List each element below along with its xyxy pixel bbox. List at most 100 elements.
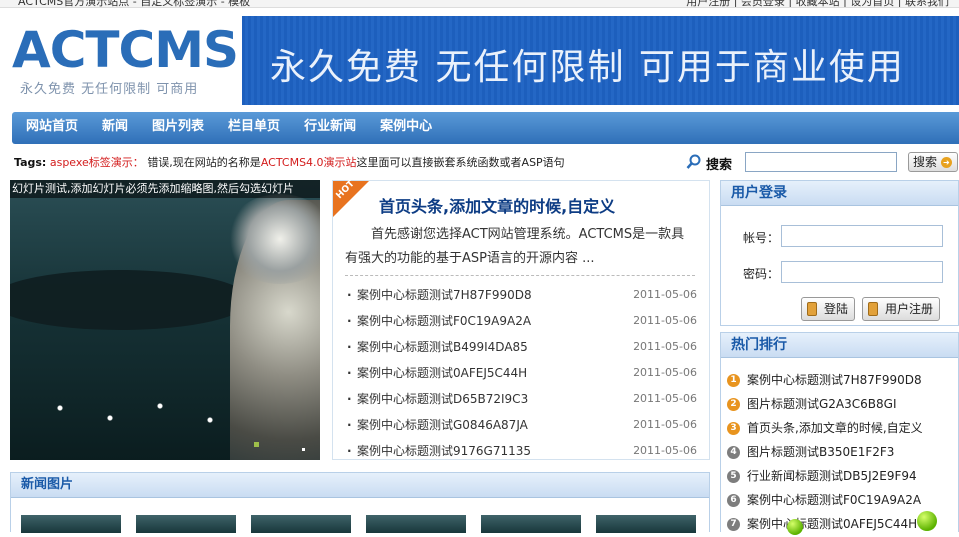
list-item[interactable]: 案例中心标题测试F0C19A9A2A 2011-05-06	[347, 309, 697, 335]
rank-title[interactable]: 图片标题测试B350E1F2F3	[747, 445, 894, 459]
news-image-thumb[interactable]	[366, 515, 466, 533]
news-images-title: 新闻图片	[11, 473, 709, 498]
nav-item-image-list[interactable]: 图片列表	[140, 112, 216, 142]
rank-title[interactable]: 案例中心标题测试F0C19A9A2A	[747, 493, 921, 507]
news-title[interactable]: 案例中心标题测试7H87F990D8	[347, 288, 532, 302]
login-button[interactable]: 登陆	[801, 297, 856, 321]
top-bar-links[interactable]: 用户注册 | 会员登录 | 收藏本站 | 设为首页 | 联系我们	[686, 0, 949, 7]
login-panel: 用户登录 帐号： 密码： 登陆 用户注册	[720, 180, 959, 326]
logo-text: ACTCMS	[12, 21, 239, 79]
rank-title[interactable]: 图片标题测试G2A3C6B8GI	[747, 397, 897, 411]
news-title[interactable]: 案例中心标题测试F0C19A9A2A	[347, 314, 531, 328]
password-field[interactable]	[781, 261, 943, 283]
list-item[interactable]: 3 首页头条,添加文章的时候,自定义	[727, 417, 959, 441]
rank-title[interactable]: 首页头条,添加文章的时候,自定义	[747, 421, 923, 435]
slideshow[interactable]: 幻灯片测试,添加幻灯片必须先添加缩略图,然后勾选幻灯片	[10, 180, 320, 460]
list-item[interactable]: 案例中心标题测试0AFEJ5C44H 2011-05-06	[347, 361, 697, 387]
search-button[interactable]: 搜索 ➜	[908, 152, 958, 172]
rank-badge: 5	[727, 470, 740, 483]
news-image-thumb[interactable]	[481, 515, 581, 533]
news-date: 2011-05-06	[633, 392, 697, 405]
list-item[interactable]: 案例中心标题测试G0846A87JA 2011-05-06	[347, 413, 697, 439]
news-date: 2011-05-06	[633, 444, 697, 457]
tags-demo-label: aspexe标签演示：	[49, 156, 144, 169]
key-icon	[868, 302, 878, 316]
list-item[interactable]: 案例中心标题测试7H87F990D8 2011-05-06	[347, 283, 697, 309]
news-title[interactable]: 案例中心标题测试D65B72I9C3	[347, 392, 528, 406]
news-title[interactable]: 案例中心标题测试9176G71135	[347, 444, 531, 458]
headline-intro: 首先感谢您选择ACT网站管理系统。ACTCMS是一款具有强大的功能的基于ASP语…	[345, 227, 685, 266]
register-button-label: 用户注册	[885, 302, 934, 316]
rank-badge: 7	[727, 518, 740, 531]
search-button-label: 搜索	[913, 155, 938, 169]
slide-indicator[interactable]	[302, 448, 305, 451]
decorative-ball-icon	[917, 511, 937, 531]
nav-item-home[interactable]: 网站首页	[12, 112, 90, 142]
rank-badge: 2	[727, 398, 740, 411]
login-button-label: 登陆	[824, 302, 849, 316]
nav-item-industry-news[interactable]: 行业新闻	[292, 112, 368, 142]
news-date: 2011-05-06	[633, 288, 697, 301]
slide-image-cloud	[10, 270, 250, 330]
banner-text: 永久免费 无任何限制 可用于商业使用	[270, 47, 905, 88]
news-image-thumb[interactable]	[21, 515, 121, 533]
news-image-thumb[interactable]	[136, 515, 236, 533]
password-label: 密码：	[743, 267, 780, 281]
news-date: 2011-05-06	[633, 366, 697, 379]
divider	[345, 275, 695, 276]
rank-title[interactable]: 行业新闻标题测试DB5J2E9F94	[747, 469, 917, 483]
decorative-ball-icon	[787, 519, 803, 535]
nav-item-column-page[interactable]: 栏目单页	[216, 112, 292, 142]
news-images-panel: 新闻图片	[10, 472, 710, 533]
list-item[interactable]: 1 案例中心标题测试7H87F990D8	[727, 369, 959, 393]
header-banner[interactable]: 永久免费 无任何限制 可用于商业使用	[242, 16, 959, 105]
login-panel-title: 用户登录	[721, 181, 958, 206]
headline-title[interactable]: 首页头条,添加文章的时候,自定义	[379, 193, 615, 217]
rank-badge: 4	[727, 446, 740, 459]
rank-badge: 1	[727, 374, 740, 387]
list-item[interactable]: 5 行业新闻标题测试DB5J2E9F94	[727, 465, 959, 489]
news-date: 2011-05-06	[633, 340, 697, 353]
news-list: 案例中心标题测试7H87F990D8 2011-05-06 案例中心标题测试F0C…	[347, 283, 697, 465]
nav-item-case-center[interactable]: 案例中心	[368, 112, 444, 142]
account-label: 帐号：	[743, 231, 780, 245]
register-button[interactable]: 用户注册	[862, 297, 941, 321]
news-image-thumb[interactable]	[251, 515, 351, 533]
news-date: 2011-05-06	[633, 314, 697, 327]
rank-title[interactable]: 案例中心标题测试7H87F990D8	[747, 373, 922, 387]
slide-indicator[interactable]	[254, 442, 259, 447]
rank-title[interactable]: 案例中心标题测试0AFEJ5C44H	[747, 517, 917, 531]
top-bar-left-text: ACTCMS官方演示站点 - 自定义标签演示 - 模板	[18, 0, 251, 8]
list-item[interactable]: 案例中心标题测试D65B72I9C3 2011-05-06	[347, 387, 697, 413]
list-item[interactable]: 案例中心标题测试B499I4DA85 2011-05-06	[347, 335, 697, 361]
logo-slogan: 永久免费 无任何限制 可商用	[20, 82, 199, 97]
nav-item-news[interactable]: 新闻	[90, 112, 140, 142]
hot-ranking-title: 热门排行	[721, 333, 958, 358]
news-title[interactable]: 案例中心标题测试G0846A87JA	[347, 418, 528, 432]
news-image-thumb[interactable]	[596, 515, 696, 533]
tags-text: 错误,现在网站的名称是	[147, 156, 261, 169]
search-input[interactable]	[745, 152, 897, 172]
news-title[interactable]: 案例中心标题测试0AFEJ5C44H	[347, 366, 527, 380]
headline-block: HOT 首页头条,添加文章的时候,自定义 首先感谢您选择ACT网站管理系统。AC…	[332, 179, 710, 460]
rank-badge: 6	[727, 494, 740, 507]
rank-badge: 3	[727, 422, 740, 435]
list-item[interactable]: 4 图片标题测试B350E1F2F3	[727, 441, 959, 465]
main-nav: 网站首页 新闻 图片列表 栏目单页 行业新闻 案例中心	[12, 112, 959, 144]
top-bar: ACTCMS官方演示站点 - 自定义标签演示 - 模板 用户注册 | 会员登录 …	[0, 0, 959, 8]
site-logo[interactable]: ACTCMS 永久免费 无任何限制 可商用	[12, 21, 239, 102]
search-icon	[686, 154, 702, 170]
slide-image-lights	[40, 398, 240, 448]
slide-caption: 幻灯片测试,添加幻灯片必须先添加缩略图,然后勾选幻灯片	[10, 180, 320, 198]
tags-text-2: 这里面可以直接嵌套系统函数或者ASP语句	[356, 156, 565, 169]
arrow-right-icon: ➜	[940, 157, 952, 168]
hot-ranking-panel: 热门排行 1 案例中心标题测试7H87F990D8 2 图片标题测试G2A3C6B8…	[720, 332, 959, 535]
search-label: 搜索	[706, 158, 733, 173]
account-field[interactable]	[781, 225, 943, 247]
key-icon	[807, 302, 817, 316]
list-item[interactable]: 6 案例中心标题测试F0C19A9A2A	[727, 489, 959, 513]
tags-bar: Tags: aspexe标签演示： 错误,现在网站的名称是ACTCMS4.0演示…	[14, 154, 565, 170]
list-item[interactable]: 2 图片标题测试G2A3C6B8GI	[727, 393, 959, 417]
list-item[interactable]: 案例中心标题测试9176G71135 2011-05-06	[347, 439, 697, 465]
news-title[interactable]: 案例中心标题测试B499I4DA85	[347, 340, 528, 354]
